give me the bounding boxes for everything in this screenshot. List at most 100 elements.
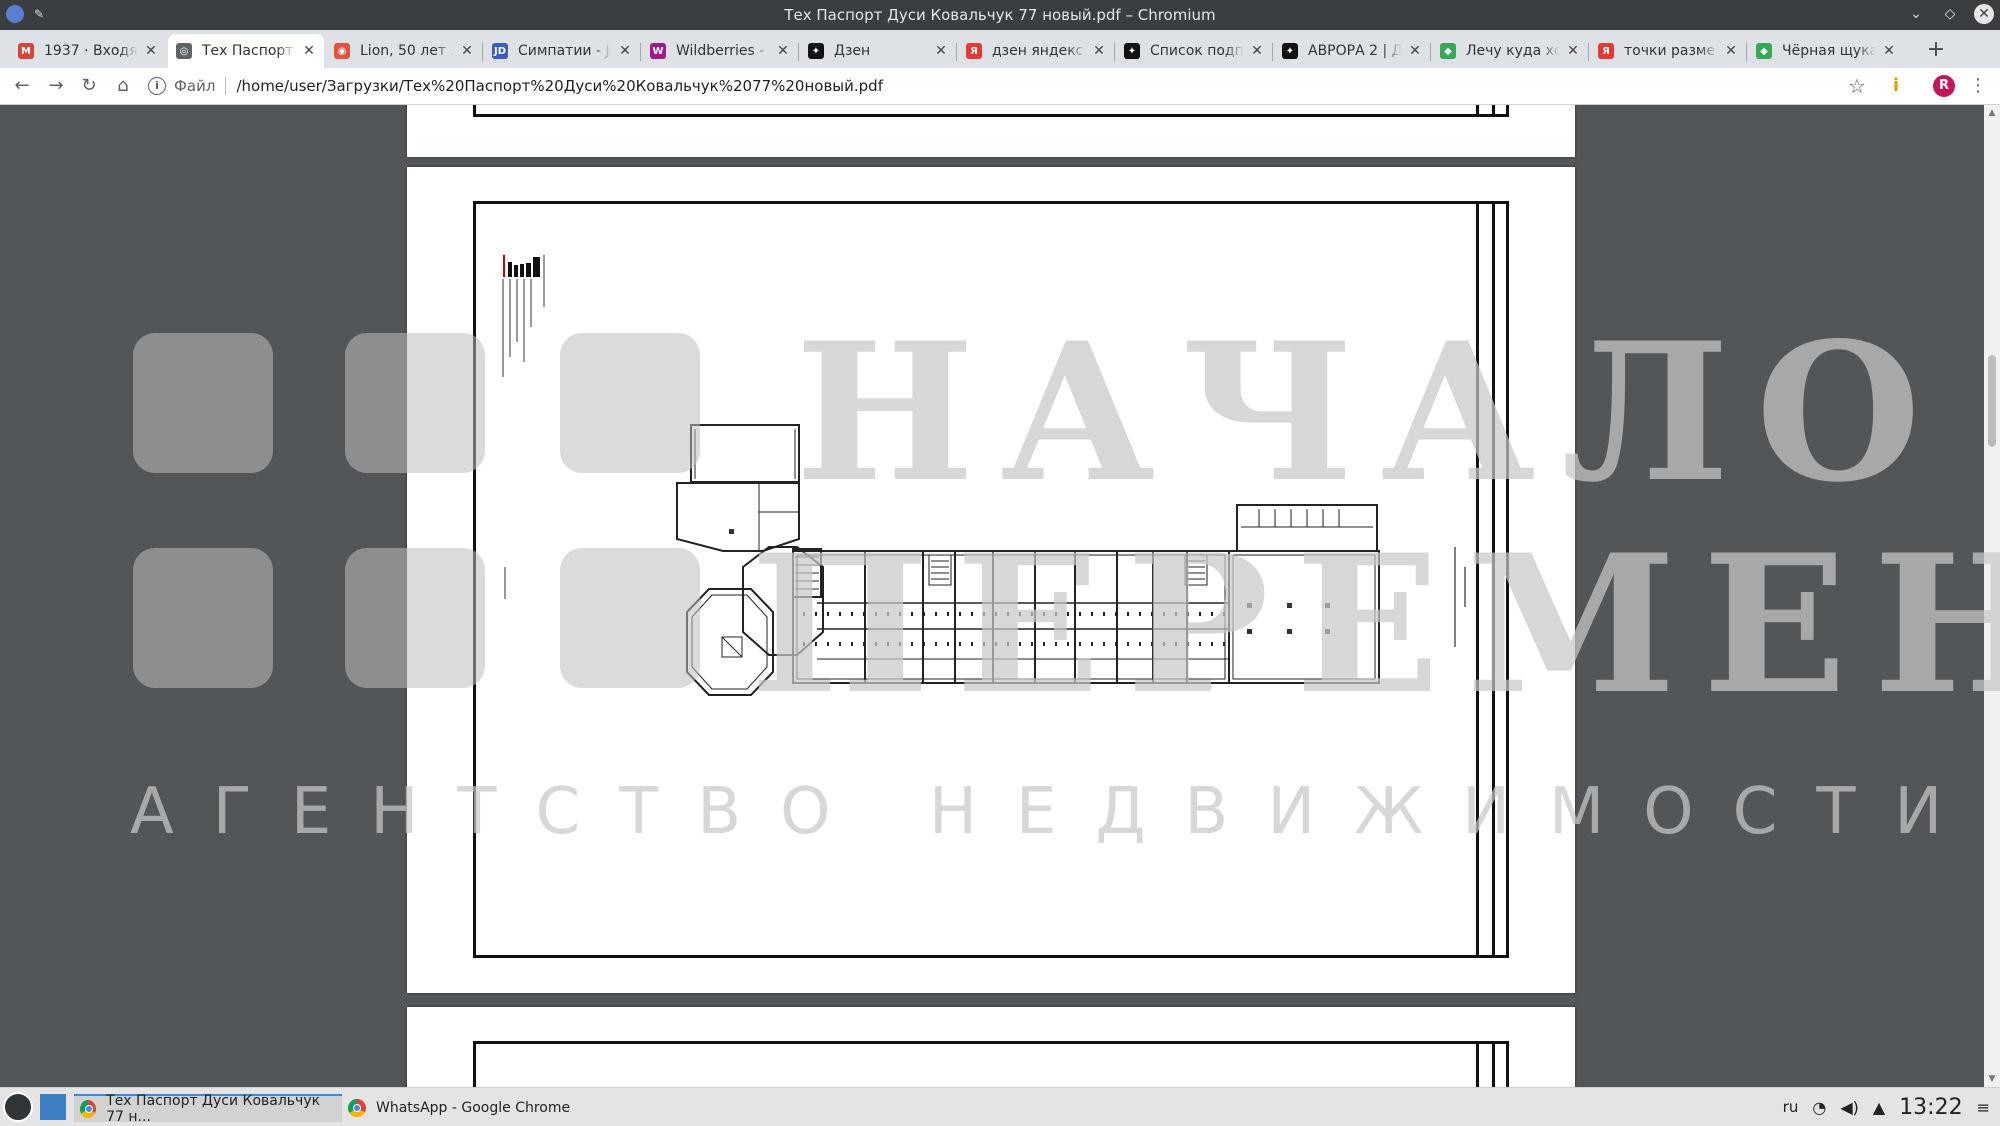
pdf-page-previous xyxy=(407,105,1575,157)
tab-label: Список подпи xyxy=(1150,43,1244,59)
start-menu-button[interactable] xyxy=(3,1092,33,1122)
maps-icon: ◆ xyxy=(1756,43,1772,59)
dzen-icon: ✦ xyxy=(1124,43,1140,59)
window-titlebar: ✎ Тех Паспорт Дуси Ковальчук 77 новый.pd… xyxy=(0,0,2000,30)
tab-8[interactable]: ✦ Список подпи ✕ xyxy=(1116,34,1272,68)
address-divider xyxy=(225,77,227,95)
taskbar-item-label: Тех Паспорт Дуси Ковальчук 77 н... xyxy=(106,1093,321,1125)
keyboard-layout[interactable]: ru xyxy=(1783,1098,1799,1116)
tab-12[interactable]: ◆ Чёрная щука ✕ xyxy=(1748,34,1904,68)
volume-icon[interactable]: ◀) xyxy=(1840,1098,1859,1117)
tab-7[interactable]: Ядзен яндекс н ✕ xyxy=(958,34,1114,68)
dzen-icon: ✦ xyxy=(1282,43,1298,59)
home-icon[interactable]: ⌂ xyxy=(111,74,135,98)
tab-separator xyxy=(1746,43,1747,61)
chrome-icon xyxy=(348,1099,366,1117)
tab-label: Lion, 50 лет Ли xyxy=(360,43,454,59)
tab-1[interactable]: M 1937 · Входящие ✕ xyxy=(10,34,166,68)
tab-5[interactable]: W Wildberries - и ✕ xyxy=(642,34,798,68)
tab-11[interactable]: Яточки разме ✕ xyxy=(1590,34,1746,68)
minimize-icon[interactable]: ⌄ xyxy=(1906,4,1926,24)
tab-label: Дзен xyxy=(834,43,871,59)
tab-separator xyxy=(1272,43,1273,61)
scrollbar-thumb[interactable] xyxy=(1988,355,1996,447)
scroll-down-icon[interactable]: ▼ xyxy=(1984,1071,2000,1087)
globe-icon: ◎ xyxy=(176,43,192,59)
tab-label: точки разме xyxy=(1624,43,1716,59)
forward-icon[interactable]: → xyxy=(44,74,68,98)
url-scheme: Файл xyxy=(174,77,216,95)
pdf-page-current xyxy=(407,167,1575,993)
wildberries-icon: W xyxy=(650,43,666,59)
os-taskbar: Тех Паспорт Дуси Ковальчук 77 н... Whats… xyxy=(0,1087,2000,1126)
reload-icon[interactable]: ↻ xyxy=(77,74,101,98)
address-bar[interactable]: i Файл /home/user/Загрузки/Тех%20Паспорт… xyxy=(148,71,1858,101)
yandex-icon: Я xyxy=(1598,43,1614,59)
dzen-icon: ✦ xyxy=(808,43,824,59)
close-tab-icon[interactable]: ✕ xyxy=(1092,43,1106,59)
close-tab-icon[interactable]: ✕ xyxy=(934,43,948,59)
scroll-up-icon[interactable]: ▲ xyxy=(1984,105,2000,121)
site-icon: ◉ xyxy=(334,43,350,59)
tab-separator xyxy=(798,43,799,61)
window-title: Тех Паспорт Дуси Ковальчук 77 новый.pdf … xyxy=(784,6,1216,24)
close-tab-icon[interactable]: ✕ xyxy=(776,43,790,59)
tab-label: Wildberries - и xyxy=(676,43,770,59)
bookmark-star-icon[interactable]: ☆ xyxy=(1845,74,1869,98)
back-icon[interactable]: ← xyxy=(10,74,34,98)
extension-icon[interactable]: i xyxy=(1888,74,1904,98)
tab-3[interactable]: ◉ Lion, 50 лет Ли ✕ xyxy=(326,34,482,68)
close-tab-icon[interactable]: ✕ xyxy=(1882,43,1896,59)
clock[interactable]: 13:22 xyxy=(1899,1095,1962,1120)
close-tab-icon[interactable]: ✕ xyxy=(1724,43,1738,59)
tab-label: дзен яндекс н xyxy=(992,43,1086,59)
tab-label: 1937 · Входящие xyxy=(44,43,138,59)
browser-toolbar: ← → ↻ ⌂ i Файл /home/user/Загрузки/Тех%2… xyxy=(0,68,2000,105)
tab-separator xyxy=(956,43,957,61)
close-window-icon[interactable]: ✕ xyxy=(1974,4,1994,24)
tab-label: Тех Паспорт Дуси xyxy=(202,43,296,59)
tray-expand-icon[interactable]: ▲ xyxy=(1873,1098,1885,1117)
tab-strip: + M 1937 · Входящие ✕ ◎ Тех Паспорт Дуси ✕ ◉ Li… xyxy=(0,30,2000,68)
page-frame xyxy=(473,1041,1509,1087)
close-tab-icon[interactable]: ✕ xyxy=(144,43,158,59)
system-tray: ru ◔ ◀) ▲ 13:22 ≡ xyxy=(1783,1093,1990,1121)
taskbar-item-pdf[interactable]: Тех Паспорт Дуси Ковальчук 77 н... xyxy=(74,1093,342,1125)
menu-icon[interactable]: ⋮ xyxy=(1968,74,1988,98)
close-tab-icon[interactable]: ✕ xyxy=(1408,43,1422,59)
pdf-viewer[interactable] xyxy=(0,105,2000,1087)
profile-avatar[interactable]: R xyxy=(1933,75,1955,97)
show-desktop-button[interactable] xyxy=(40,1094,66,1120)
maximize-icon[interactable]: ◇ xyxy=(1940,4,1960,24)
tab-separator xyxy=(1430,43,1431,61)
taskbar-item-label: WhatsApp - Google Chrome xyxy=(376,1100,571,1116)
page-frame xyxy=(473,105,1509,117)
tab-6[interactable]: ✦ Дзен ✕ xyxy=(800,34,956,68)
tab-4[interactable]: JD Симпатии - Ju ✕ xyxy=(484,34,640,68)
maps-icon: ◆ xyxy=(1440,43,1456,59)
tab-separator xyxy=(482,43,483,61)
close-tab-icon[interactable]: ✕ xyxy=(1250,43,1264,59)
tab-label: АВРОРА 2 | Д xyxy=(1308,43,1402,59)
title-stamp xyxy=(502,255,545,599)
close-tab-icon[interactable]: ✕ xyxy=(1566,43,1580,59)
tab-10[interactable]: ◆ Лечу куда хоч ✕ xyxy=(1432,34,1588,68)
gmail-icon: M xyxy=(18,43,34,59)
jd-icon: JD xyxy=(492,43,508,59)
tab-2[interactable]: ◎ Тех Паспорт Дуси ✕ xyxy=(168,34,324,68)
close-tab-icon[interactable]: ✕ xyxy=(460,43,474,59)
site-info-icon[interactable]: i xyxy=(148,77,166,95)
pdf-scrollbar[interactable]: ▲ ▼ xyxy=(1984,105,2000,1087)
pdf-page-next xyxy=(407,1007,1575,1087)
new-tab-button[interactable]: + xyxy=(1922,36,1950,64)
notifications-icon[interactable]: ≡ xyxy=(1977,1098,1990,1117)
tab-separator xyxy=(1114,43,1115,61)
tab-label: Симпатии - Ju xyxy=(518,43,612,59)
close-tab-icon[interactable]: ✕ xyxy=(618,43,632,59)
taskbar-item-whatsapp[interactable]: WhatsApp - Google Chrome xyxy=(342,1094,612,1122)
url-text[interactable]: /home/user/Загрузки/Тех%20Паспорт%20Дуси… xyxy=(236,77,883,95)
close-tab-icon[interactable]: ✕ xyxy=(302,43,316,59)
tab-separator xyxy=(1588,43,1589,61)
network-icon[interactable]: ◔ xyxy=(1812,1098,1826,1117)
tab-9[interactable]: ✦ АВРОРА 2 | Д ✕ xyxy=(1274,34,1430,68)
